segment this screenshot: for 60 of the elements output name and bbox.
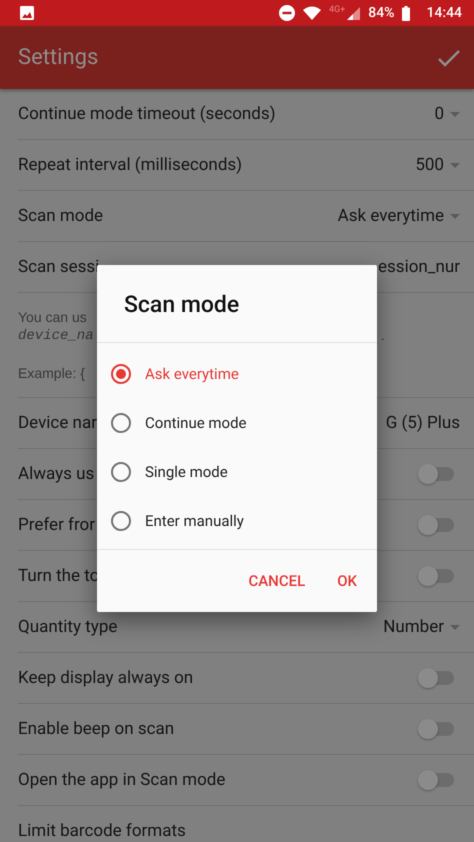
setting-label: Scan mode <box>18 206 104 226</box>
toggle-switch[interactable] <box>420 722 454 736</box>
checkmark-icon[interactable] <box>438 48 460 66</box>
dialog-title: Scan mode <box>97 265 377 343</box>
setting-label: Repeat interval (milliseconds) <box>18 155 242 175</box>
toggle-switch[interactable] <box>420 671 454 685</box>
setting-label: Open the app in Scan mode <box>18 770 226 790</box>
radio-button[interactable] <box>111 462 131 482</box>
setting-label: Scan sessi <box>18 257 100 277</box>
help-text: Example: { <box>18 365 85 383</box>
radio-button[interactable] <box>111 510 131 530</box>
clock-time: 14:44 <box>426 5 462 21</box>
setting-row[interactable]: Open the app in Scan mode <box>18 755 474 806</box>
dropdown-value[interactable]: 0 <box>434 104 460 124</box>
toggle-switch[interactable] <box>420 773 454 787</box>
setting-label: Always us <box>18 464 94 484</box>
setting-label: Prefer fror <box>18 515 96 535</box>
dropdown-value[interactable]: 500 <box>415 155 460 175</box>
setting-row[interactable]: Enable beep on scan <box>18 704 474 755</box>
dropdown-arrow-icon <box>450 112 460 116</box>
radio-button[interactable] <box>111 364 131 384</box>
setting-row[interactable]: Keep display always on <box>18 653 474 704</box>
setting-row[interactable]: Continue mode timeout (seconds) 0 <box>18 89 474 140</box>
setting-value: G (5) Plus <box>386 413 460 433</box>
dropdown-arrow-icon <box>450 214 460 218</box>
dialog-button[interactable]: CANCEL <box>236 564 318 598</box>
setting-label: Enable beep on scan <box>18 719 174 739</box>
setting-label: Limit barcode formats <box>18 821 186 841</box>
dropdown-arrow-icon <box>450 624 460 630</box>
help-text: device_na <box>18 328 94 346</box>
setting-row[interactable]: Repeat interval (milliseconds) 500 <box>18 140 474 191</box>
dropdown-value[interactable]: Number <box>383 617 460 637</box>
signal-icon <box>347 6 360 20</box>
radio-option[interactable]: Single mode <box>97 447 377 496</box>
toggle-switch[interactable] <box>420 518 454 532</box>
setting-value: ession_nur <box>378 257 460 277</box>
toggle-switch[interactable] <box>420 467 454 481</box>
setting-row[interactable]: Limit barcode formats <box>18 806 474 842</box>
radio-button[interactable] <box>111 412 131 432</box>
setting-label: Quantity type <box>18 617 118 637</box>
help-text: . <box>381 328 385 344</box>
wifi-icon <box>302 6 321 20</box>
setting-label: Keep display always on <box>18 668 194 688</box>
setting-label: Device nar <box>18 413 97 433</box>
setting-label: Continue mode timeout (seconds) <box>18 104 276 124</box>
battery-percent: 84% <box>368 5 394 21</box>
dropdown-value[interactable]: Ask everytime <box>338 206 460 226</box>
radio-option[interactable]: Continue mode <box>97 398 377 447</box>
radio-option[interactable]: Enter manually <box>97 496 377 545</box>
network-type-text: 4G+ <box>328 5 346 15</box>
image-notification-icon <box>20 6 34 20</box>
battery-icon <box>402 6 410 20</box>
dialog-button[interactable]: OK <box>325 564 369 598</box>
app-bar-title: Settings <box>18 45 98 70</box>
help-text: You can us <box>18 309 87 327</box>
setting-row[interactable]: Scan mode Ask everytime <box>18 191 474 242</box>
dropdown-arrow-icon <box>450 162 460 168</box>
do-not-disturb-icon <box>278 5 295 21</box>
radio-option[interactable]: Ask everytime <box>97 349 377 398</box>
toggle-switch[interactable] <box>420 569 454 583</box>
